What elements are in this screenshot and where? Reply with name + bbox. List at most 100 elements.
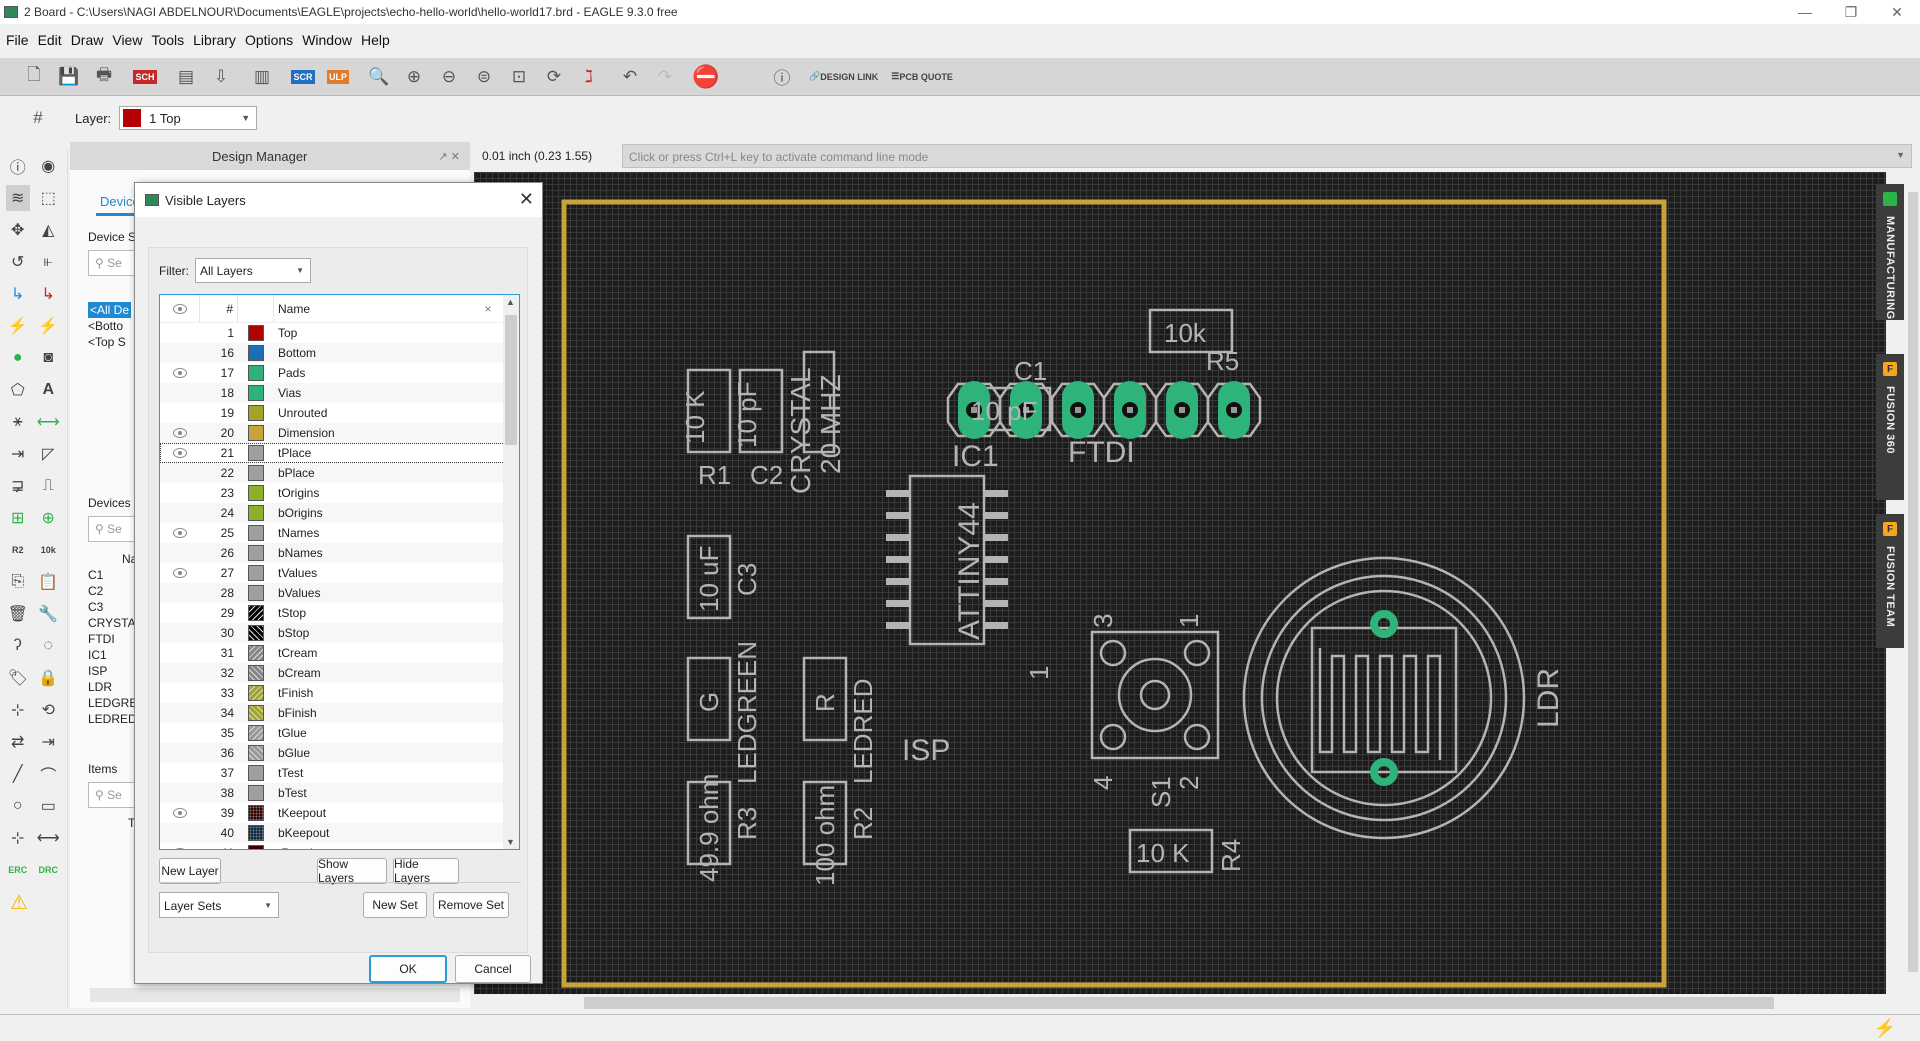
fanout-icon[interactable]: ⚡ <box>6 313 30 339</box>
ripup-route-icon[interactable]: ↳ <box>37 281 61 307</box>
layer-row[interactable]: 40 bKeepout <box>160 823 519 843</box>
fusion-team-panel-tab[interactable]: F FUSION TEAM <box>1876 514 1904 648</box>
list-item[interactable]: C2 <box>88 583 137 599</box>
visibility-toggle[interactable] <box>160 723 200 743</box>
name-icon[interactable]: R2 <box>6 537 30 563</box>
filter-select[interactable]: All Layers ▼ <box>195 258 311 283</box>
layer-color-swatch[interactable] <box>238 843 274 849</box>
visibility-toggle[interactable] <box>160 763 200 783</box>
layer-color-swatch[interactable] <box>238 743 274 763</box>
layer-row[interactable]: 1 Top <box>160 323 519 343</box>
layer-row[interactable]: 37 tTest <box>160 763 519 783</box>
wrench-icon[interactable]: 🔧 <box>37 601 61 627</box>
ok-button[interactable]: OK <box>369 955 447 983</box>
visibility-toggle[interactable] <box>160 323 200 343</box>
menu-window[interactable]: Window <box>302 32 352 48</box>
layer-row[interactable]: 38 bTest <box>160 783 519 803</box>
dimension-icon[interactable]: ⟷ <box>37 825 61 851</box>
layer-color-swatch[interactable] <box>238 543 274 563</box>
circle-icon[interactable]: ○ <box>6 793 30 819</box>
paint-roller-icon[interactable]: ʔ <box>6 633 30 659</box>
layer-row[interactable]: 32 bCream <box>160 663 519 683</box>
layer-color-swatch[interactable] <box>238 643 274 663</box>
visibility-toggle[interactable] <box>160 683 200 703</box>
restore-button[interactable]: ❐ <box>1828 0 1874 24</box>
clear-column-header[interactable]: × <box>473 302 503 316</box>
pinswap-icon[interactable]: ⇄ <box>6 729 30 755</box>
redraw-icon[interactable]: ⟳ <box>540 63 568 91</box>
attribute-icon[interactable]: ⇥ <box>6 441 30 467</box>
minimize-button[interactable]: — <box>1782 0 1828 24</box>
layer-row[interactable]: 28 bValues <box>160 583 519 603</box>
undo-icon[interactable]: ↶ <box>616 63 644 91</box>
visibility-toggle[interactable] <box>160 523 200 543</box>
hide-layers-button[interactable]: Hide Layers <box>393 857 459 885</box>
show-icon[interactable]: ◉ <box>37 153 61 179</box>
visibility-toggle[interactable] <box>160 703 200 723</box>
lock-icon[interactable]: 🔒 <box>37 665 61 691</box>
mirror-icon[interactable]: ◭ <box>37 217 61 243</box>
move-icon[interactable]: ✥ <box>6 217 30 243</box>
visibility-toggle[interactable] <box>160 423 200 443</box>
layer-row[interactable]: 19 Unrouted <box>160 403 519 423</box>
layer-row[interactable]: 26 bNames <box>160 543 519 563</box>
layer-row[interactable]: 16 Bottom <box>160 343 519 363</box>
visibility-toggle[interactable] <box>160 463 200 483</box>
menu-tools[interactable]: Tools <box>151 32 184 48</box>
via-icon[interactable]: ● <box>6 345 30 371</box>
hole-icon[interactable]: ◙ <box>37 345 61 371</box>
layer-row[interactable]: 36 bGlue <box>160 743 519 763</box>
stop-icon[interactable]: ⛔ <box>692 63 720 91</box>
cancel-button[interactable]: Cancel <box>455 955 531 983</box>
miter-icon[interactable]: ◸ <box>37 441 61 467</box>
delete-icon[interactable]: 🗑 <box>6 601 30 627</box>
list-item[interactable]: <Top S <box>88 334 131 350</box>
gateswap-icon[interactable]: ⇥ <box>37 729 61 755</box>
route-icon[interactable]: ↳ <box>6 281 30 307</box>
layer-color-swatch[interactable] <box>238 583 274 603</box>
mark-icon[interactable]: ⊹ <box>6 825 30 851</box>
menu-draw[interactable]: Draw <box>71 32 104 48</box>
layer-color-swatch[interactable] <box>238 483 274 503</box>
list-item[interactable]: LEDGRE <box>88 695 137 711</box>
command-line-input[interactable]: Click or press Ctrl+L key to activate co… <box>622 144 1912 168</box>
value-icon[interactable]: 10k <box>37 537 61 563</box>
meander-icon[interactable]: ⎍ <box>37 473 61 499</box>
visibility-toggle[interactable] <box>160 483 200 503</box>
menu-file[interactable]: File <box>6 32 29 48</box>
visibility-toggle[interactable] <box>160 743 200 763</box>
visibility-toggle[interactable] <box>160 503 200 523</box>
save-icon[interactable]: 💾 <box>55 63 83 91</box>
layer-color-swatch[interactable] <box>238 323 274 343</box>
layer-row[interactable]: 17 Pads <box>160 363 519 383</box>
swap-icon[interactable]: ⟲ <box>37 697 61 723</box>
layer-color-swatch[interactable] <box>238 783 274 803</box>
layer-color-swatch[interactable] <box>238 763 274 783</box>
zoom-fit-icon[interactable]: 🔍 <box>365 63 393 91</box>
zoom-in-icon[interactable]: ⊕ <box>400 63 428 91</box>
board-canvas[interactable]: 10 K R1 10 pF C2 CRYSTAL 20 MHZ C1 10 pF… <box>474 172 1886 994</box>
design-link-button[interactable]: 🔗 DESIGN LINK <box>809 63 878 91</box>
list-item[interactable]: ISP <box>88 663 137 679</box>
library-icon[interactable]: ▥ <box>248 63 276 91</box>
list-item[interactable]: CRYSTA <box>88 615 137 631</box>
layer-color-swatch[interactable] <box>238 463 274 483</box>
menu-edit[interactable]: Edit <box>38 32 62 48</box>
layer-row[interactable]: 23 tOrigins <box>160 483 519 503</box>
info-icon[interactable]: ⓘ <box>6 153 30 179</box>
layer-row[interactable]: 33 tFinish <box>160 683 519 703</box>
layer-row[interactable]: 18 Vias <box>160 383 519 403</box>
go-icon[interactable]: ◌ <box>727 63 755 91</box>
wire-icon[interactable]: ⟷ <box>37 409 61 435</box>
layer-row[interactable]: 20 Dimension <box>160 423 519 443</box>
visibility-toggle[interactable] <box>160 843 200 849</box>
add-gate-icon[interactable]: ⊕ <box>37 505 61 531</box>
layer-color-swatch[interactable] <box>238 603 274 623</box>
print-icon[interactable]: 🖶 <box>90 63 118 91</box>
layer-color-swatch[interactable] <box>238 343 274 363</box>
visibility-toggle[interactable] <box>160 823 200 843</box>
warning-icon[interactable]: ⚠ <box>6 889 32 915</box>
dm-horizontal-scrollbar[interactable] <box>90 988 460 1002</box>
layer-color-swatch[interactable] <box>238 383 274 403</box>
ulp-icon[interactable]: ULP <box>324 63 352 91</box>
